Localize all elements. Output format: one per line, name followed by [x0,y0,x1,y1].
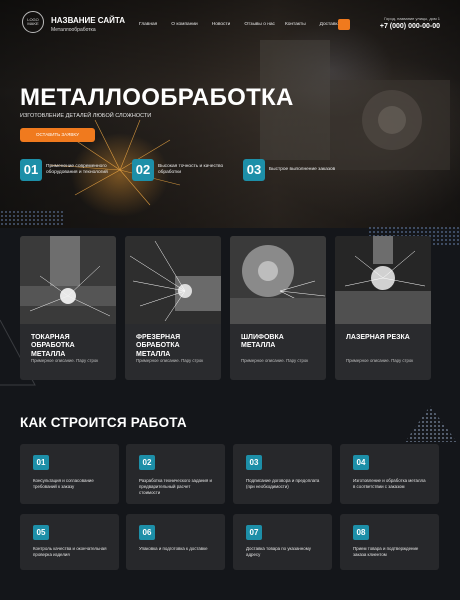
process-step: 01 Консультация и согласование требовани… [20,444,119,504]
process-step: 07 Доставка товара по указанному адресу [233,514,332,570]
step-number: 01 [33,455,49,470]
step-number: 07 [246,525,262,540]
nav-item-home[interactable]: Главная [139,22,157,27]
process-step: 02 Разработка технического задания и пре… [126,444,225,504]
feature-text: Быстрое выполнение заказов [269,166,336,172]
feature-text: Высокая точность и качество обработки [158,163,224,175]
step-text: Подписание договора и предоплата (при не… [246,478,320,489]
step-text: Доставка товара по указанному адресу [246,546,311,557]
step-number: 08 [353,525,369,540]
feature-text: Применение современного оборудования и т… [46,163,108,175]
feature-number: 01 [20,159,42,181]
hero-feature: 02 Высокая точность и качество обработки [132,157,223,183]
process-step: 04 Изготовление и обработка металла в со… [340,444,439,504]
site-name[interactable]: НАЗВАНИЕ САЙТА [51,16,125,25]
logo[interactable]: LOGO MAKE [22,11,44,33]
service-description: Примерное описание. Пару строк [241,358,309,363]
nav-item-reviews[interactable]: Отзывы о нас [244,22,275,27]
step-text: Изготовление и обработка металла в соотв… [353,478,426,489]
phone-number[interactable]: +7 (000) 000-00-00 [380,23,440,30]
service-card-turning[interactable]: ТОКАРНАЯ ОБРАБОТКА МЕТАЛЛА Примерное опи… [20,236,116,380]
hero-banner: LOGO MAKE НАЗВАНИЕ САЙТА Металлообработка… [0,0,460,228]
hero-feature: 01 Применение современного оборудования … [20,157,108,183]
service-title: ШЛИФОВКА МЕТАЛЛА [241,334,284,350]
step-text: Разработка технического задания и предва… [139,478,212,495]
step-text: Контроль качества и окончательная провер… [33,546,107,557]
step-text: Прием товара и подтверждение заказа клие… [353,546,419,557]
service-photo [230,236,326,324]
step-number: 06 [139,525,155,540]
service-description: Примерное описание. Пару строк [31,358,99,363]
step-text: Консультация и согласование требований к… [33,478,94,489]
process-section-title: КАК СТРОИТСЯ РАБОТА [20,415,187,430]
process-step: 03 Подписание договора и предоплата (при… [233,444,332,504]
service-description: Примерное описание. Пару строк [136,358,204,363]
feature-number: 02 [132,159,154,181]
hero-title: МЕТАЛЛООБРАБОТКА [20,84,294,111]
hero-subtitle: ИЗГОТОВЛЕНИЕ ДЕТАЛЕЙ ЛЮБОЙ СЛОЖНОСТИ [20,113,152,119]
service-title: ЛАЗЕРНАЯ РЕЗКА [346,334,410,341]
feature-number: 03 [243,159,265,181]
service-card-laser[interactable]: ЛАЗЕРНАЯ РЕЗКА Примерное описание. Пару … [335,236,431,380]
triangle-decoration [405,406,457,442]
service-title: ТОКАРНАЯ ОБРАБОТКА МЕТАЛЛА [31,334,75,358]
service-photo [20,236,116,324]
process-step: 08 Прием товара и подтверждение заказа к… [340,514,439,570]
main-nav: Главная О компании Новости Отзывы о нас … [139,22,340,27]
service-card-grinding[interactable]: ШЛИФОВКА МЕТАЛЛА Примерное описание. Пар… [230,236,326,380]
step-number: 05 [33,525,49,540]
process-step: 06 Упаковка и подготовка к доставке [126,514,225,570]
process-step: 05 Контроль качества и окончательная про… [20,514,119,570]
service-photo [335,236,431,324]
site-tagline: Металлообработка [51,27,96,33]
service-description: Примерное описание. Пару строк [346,358,414,363]
nav-item-contacts[interactable]: Контакты [285,22,306,27]
service-photo [125,236,221,324]
step-number: 02 [139,455,155,470]
step-number: 04 [353,455,369,470]
top-bar: LOGO MAKE НАЗВАНИЕ САЙТА Металлообработка… [0,0,460,46]
service-card-milling[interactable]: ФРЕЗЕРНАЯ ОБРАБОТКА МЕТАЛЛА Примерное оп… [125,236,221,380]
nav-item-news[interactable]: Новости [212,22,231,27]
hero-feature: 03 Быстрое выполнение заказов [243,157,335,183]
step-number: 03 [246,455,262,470]
nav-item-about[interactable]: О компании [171,22,197,27]
service-title: ФРЕЗЕРНАЯ ОБРАБОТКА МЕТАЛЛА [136,334,181,358]
step-text: Упаковка и подготовка к доставке [139,546,208,551]
callback-button[interactable] [338,19,350,30]
address: Город, название улицы, дом 1 [384,16,440,21]
cta-button[interactable]: ОСТАВИТЬ ЗАЯВКУ [20,128,95,142]
